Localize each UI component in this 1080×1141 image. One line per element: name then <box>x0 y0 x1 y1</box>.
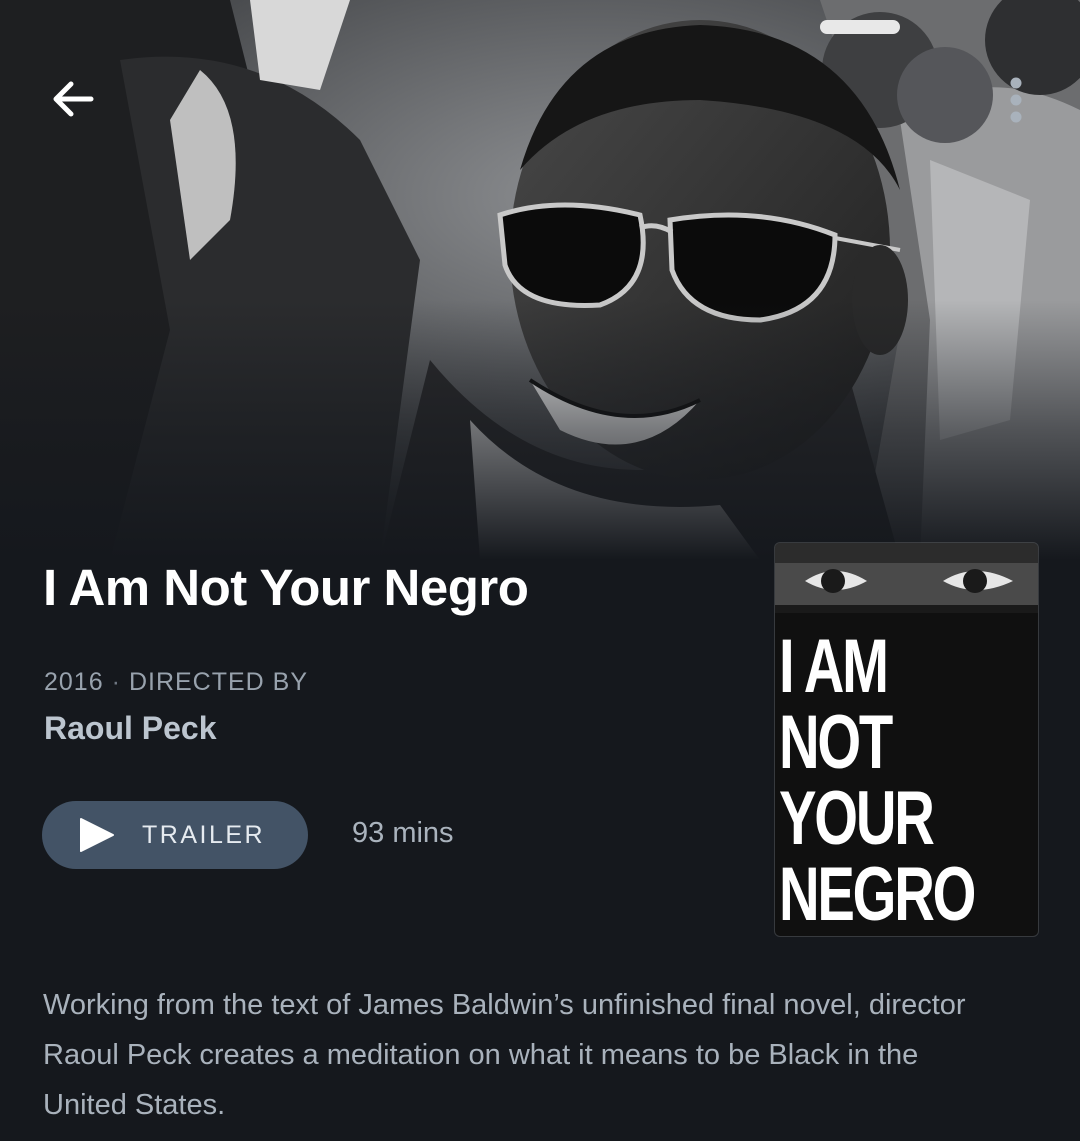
film-description: Working from the text of James Baldwin’s… <box>43 989 966 1121</box>
release-year: 2016 <box>44 668 104 696</box>
trailer-label: TRAILER <box>142 820 266 849</box>
poster-line: YOUR <box>779 776 935 861</box>
film-meta: 2016 · DIRECTED BY <box>44 668 308 697</box>
backdrop-gradient <box>0 300 1080 560</box>
poster-line: NOT <box>779 700 893 785</box>
poster-eyes-image <box>775 543 1038 613</box>
director-link[interactable]: Raoul Peck <box>44 710 217 747</box>
poster-title-art: I AM NOT YOUR NEGRO <box>779 629 1035 933</box>
directed-by-label: DIRECTED BY <box>128 668 309 696</box>
arrow-left-icon <box>53 81 94 117</box>
more-options-button[interactable] <box>986 68 1046 132</box>
more-vertical-icon <box>1010 77 1022 123</box>
backdrop-image <box>0 0 1080 560</box>
meta-separator: · <box>111 668 121 696</box>
back-button[interactable] <box>36 62 110 136</box>
film-poster[interactable]: I AM NOT YOUR NEGRO <box>775 543 1038 936</box>
play-icon <box>78 817 116 853</box>
poster-line: I AM <box>779 624 889 709</box>
film-detail-screen: I Am Not Your Negro 2016 · DIRECTED BY Rao… <box>0 0 1080 1141</box>
poster-line: NEGRO <box>779 852 976 936</box>
film-title: I Am Not Your Negro <box>43 559 529 616</box>
runtime: 93 mins <box>352 817 454 849</box>
trailer-button[interactable]: TRAILER <box>42 801 308 869</box>
